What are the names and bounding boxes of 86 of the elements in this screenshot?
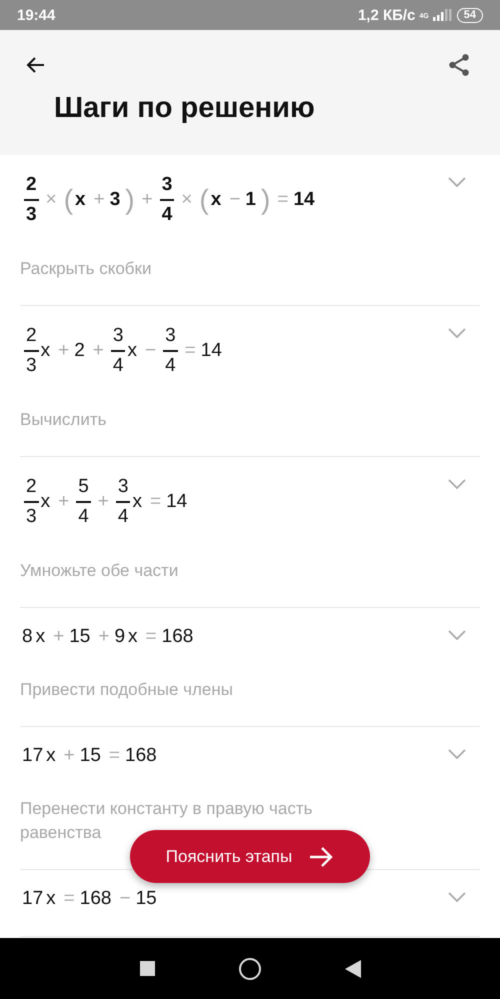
math-term: x — [40, 491, 50, 513]
parenthesis: ( — [199, 184, 209, 216]
numerator: 3 — [160, 171, 174, 201]
math-term: 17 — [22, 888, 44, 910]
denominator: 4 — [112, 354, 124, 378]
operator: = — [277, 189, 288, 211]
math-term: x — [132, 491, 142, 513]
operator: − — [229, 189, 240, 211]
denominator: 3 — [26, 505, 37, 529]
math-term: x — [46, 888, 56, 910]
math-term: 14 — [293, 189, 315, 211]
chevron-icon[interactable] — [448, 328, 466, 338]
chevron-icon[interactable] — [448, 892, 466, 902]
numerator: 2 — [24, 171, 39, 201]
numerator: 2 — [24, 473, 39, 503]
home-icon[interactable] — [238, 958, 260, 980]
chevron-icon[interactable] — [448, 630, 466, 640]
signal-icon — [432, 9, 453, 21]
step-description: Вычислить — [20, 409, 108, 431]
chevron-icon[interactable] — [448, 177, 466, 187]
math-term: 168 — [125, 745, 157, 767]
parenthesis: ) — [261, 184, 270, 216]
operator: − — [119, 888, 131, 910]
math-term: x — [36, 626, 46, 648]
denominator: 3 — [26, 203, 37, 227]
numerator: 3 — [163, 322, 178, 352]
math-term: x — [210, 189, 222, 211]
math-term: 1 — [245, 189, 256, 211]
operator: = — [64, 888, 75, 910]
math-term: x — [127, 340, 137, 362]
math-term: 168 — [80, 888, 112, 910]
arrow-icon — [308, 846, 334, 868]
operator: − — [144, 340, 156, 362]
operator: × — [46, 189, 57, 211]
operator: = — [150, 491, 162, 513]
step-description: Привести подобные члены — [20, 679, 234, 701]
math-term: 14 — [200, 340, 222, 362]
network-speed: 1,2 КБ/с — [358, 6, 416, 24]
math-term: 9 — [114, 626, 126, 648]
chevron-icon[interactable] — [448, 749, 466, 759]
parenthesis: ) — [125, 184, 135, 216]
numerator: 2 — [24, 322, 39, 352]
numerator: 5 — [76, 473, 91, 503]
math-term: 15 — [80, 745, 101, 767]
denominator: 4 — [162, 203, 172, 227]
math-term: 168 — [162, 626, 194, 648]
operator: + — [94, 189, 105, 211]
operator: + — [92, 340, 104, 362]
math-term: 8 — [22, 626, 33, 648]
recents-icon[interactable] — [140, 961, 154, 976]
math-term: 14 — [166, 491, 188, 513]
operator: + — [58, 491, 70, 513]
explain-steps-button[interactable]: Пояснить этапы — [130, 830, 370, 883]
operator: + — [53, 626, 64, 648]
math-term: x — [40, 340, 50, 362]
numerator: 3 — [110, 322, 126, 352]
back-icon[interactable] — [344, 960, 360, 978]
math-term: 2 — [74, 340, 85, 362]
denominator: 3 — [26, 354, 37, 378]
status-time: 19:44 — [17, 6, 56, 24]
math-term: 17 — [22, 745, 44, 767]
operator: = — [184, 340, 196, 362]
denominator: 4 — [165, 354, 176, 378]
numerator: 3 — [116, 473, 130, 503]
operator: + — [98, 491, 109, 513]
operator: + — [64, 745, 75, 767]
step-description: Умножьте обе части — [20, 560, 180, 582]
math-term: 3 — [110, 189, 120, 211]
operator: + — [58, 340, 70, 362]
operator: × — [181, 189, 192, 211]
math-term: 15 — [136, 888, 157, 910]
math-term: x — [46, 745, 56, 767]
step-description: Раскрыть скобки — [20, 258, 152, 280]
parenthesis: ( — [64, 184, 74, 216]
battery-level: 54 — [456, 8, 483, 22]
operator: + — [98, 626, 110, 648]
page-title: Шаги по решению — [54, 92, 316, 125]
math-term: x — [75, 189, 86, 211]
operator: = — [146, 626, 157, 648]
chevron-icon[interactable] — [448, 479, 466, 489]
operator: = — [108, 745, 120, 767]
math-term: 15 — [69, 626, 90, 648]
math-term: x — [128, 626, 138, 648]
operator: + — [142, 189, 153, 211]
denominator: 4 — [118, 505, 128, 529]
denominator: 4 — [78, 505, 89, 529]
